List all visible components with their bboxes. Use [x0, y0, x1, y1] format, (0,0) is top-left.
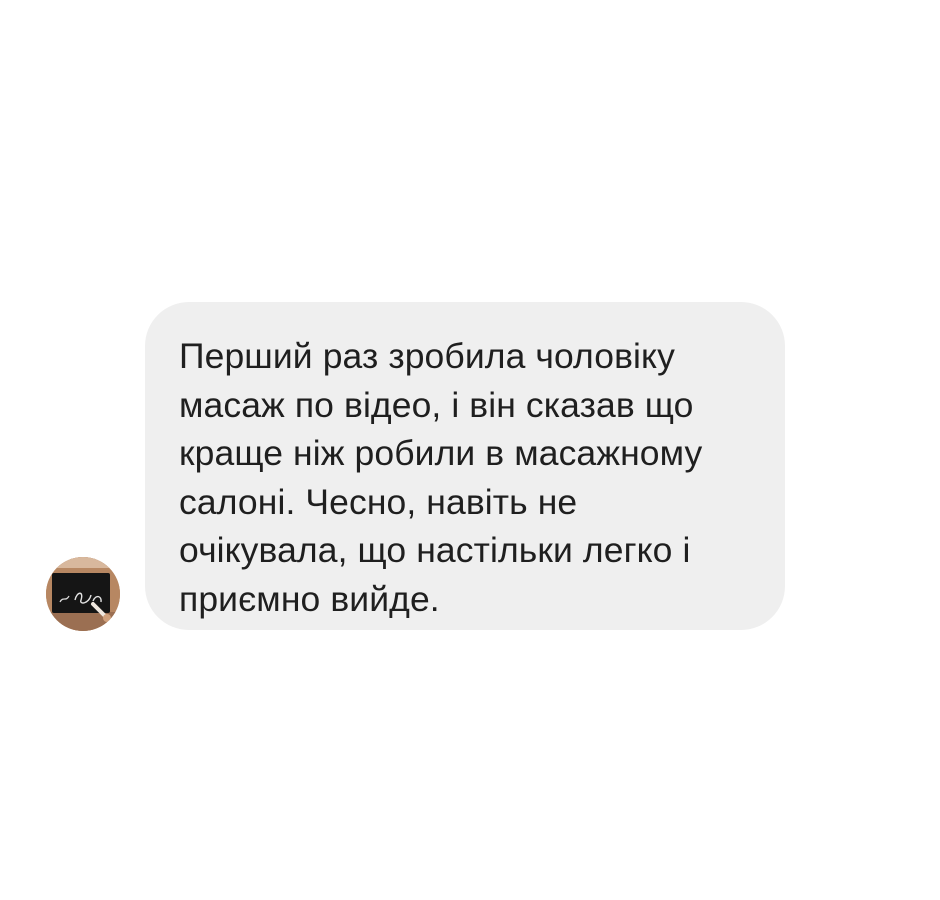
- message-bubble: Перший раз зробила чоловіку масаж по від…: [145, 302, 785, 630]
- message-text: Перший раз зробила чоловіку масаж по від…: [179, 336, 703, 619]
- avatar[interactable]: [46, 557, 120, 631]
- profile-photo-icon: [46, 557, 120, 631]
- message-row: Перший раз зробила чоловіку масаж по від…: [0, 0, 940, 900]
